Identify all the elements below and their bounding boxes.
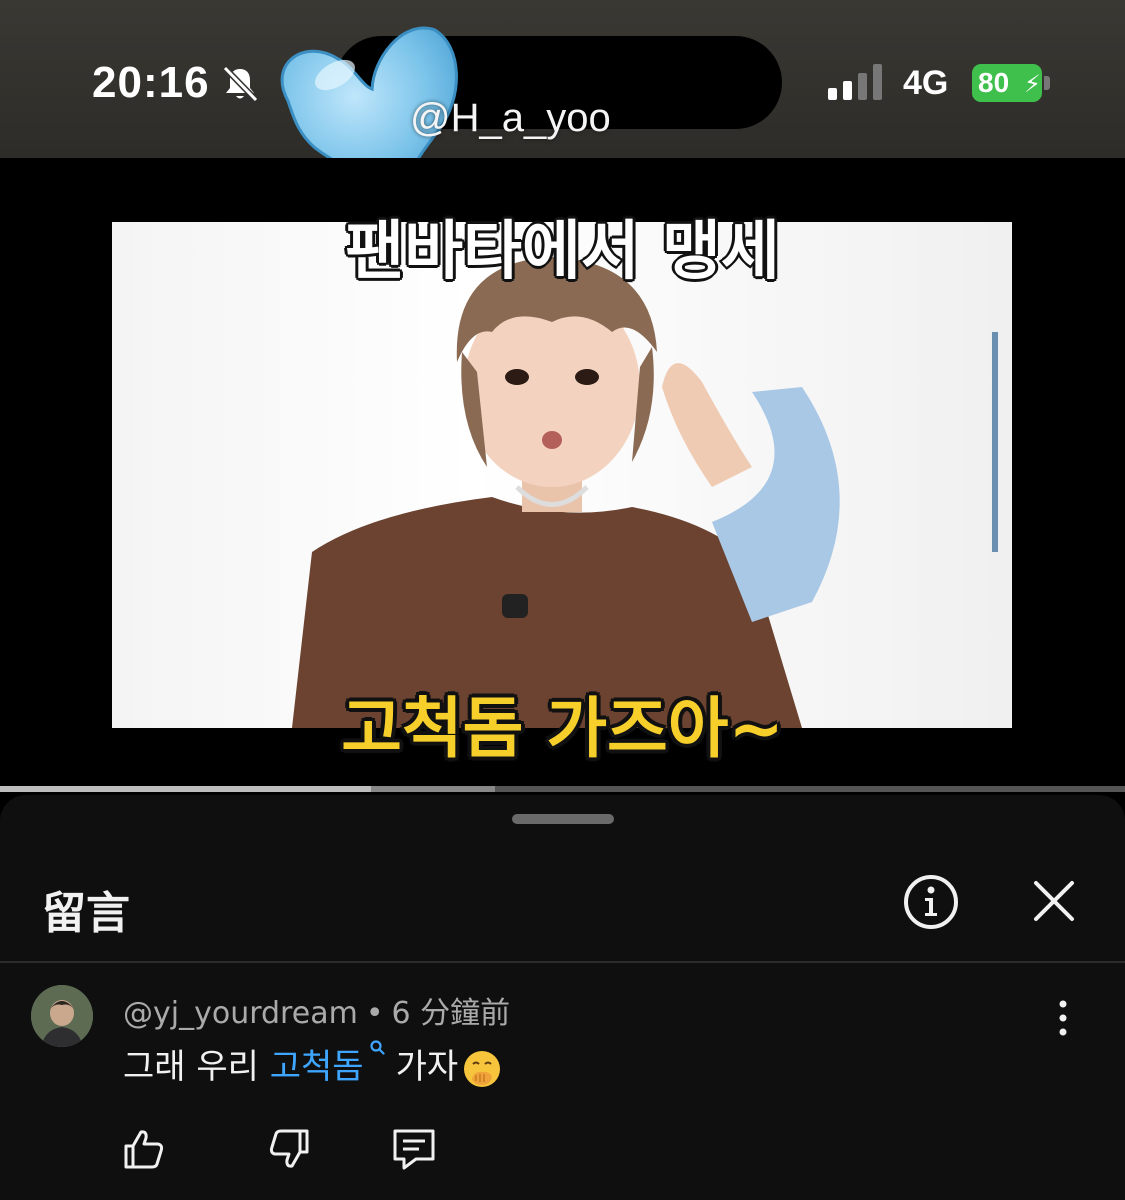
avatar-image <box>31 985 93 1047</box>
caption-bottom: 고척돔 가즈아~ <box>341 690 784 767</box>
battery-indicator: 80 ⚡ <box>972 64 1052 102</box>
watermark-handle: @H_a_yoo <box>410 96 611 140</box>
video-person-illustration <box>292 257 998 728</box>
comment-author[interactable]: @yj_yourdream <box>123 996 358 1031</box>
dislike-icon[interactable] <box>266 1126 312 1172</box>
drag-handle[interactable] <box>512 814 614 824</box>
header-divider <box>0 961 1125 963</box>
video-progress-played <box>0 786 372 792</box>
comments-sheet: 留言 @yj_yourdream • 6 分鐘前 그래 우리 고척돔 가자 <box>0 795 1125 1200</box>
comment-text-before: 그래 우리 <box>123 1047 270 1087</box>
signal-icon <box>828 64 882 100</box>
comment-meta: @yj_yourdream • 6 分鐘前 <box>123 988 510 1032</box>
avatar[interactable] <box>31 985 93 1047</box>
comment-search-link[interactable]: 고척돔 <box>270 1047 364 1087</box>
more-options-icon[interactable] <box>1052 998 1074 1038</box>
video-frame <box>112 222 1012 728</box>
caption-top: 팬바타에서 맹세 <box>343 213 781 291</box>
like-icon[interactable] <box>121 1126 167 1172</box>
comment-text-after: 가자 <box>395 1047 459 1087</box>
comments-title: 留言 <box>42 888 130 939</box>
comment-text: 그래 우리 고척돔 가자 <box>123 1039 502 1089</box>
meta-separator: • <box>365 996 384 1031</box>
face-with-hand-over-mouth-icon <box>464 1050 501 1087</box>
bell-muted-icon <box>222 65 259 103</box>
search-icon[interactable] <box>368 1039 386 1057</box>
reply-icon[interactable] <box>390 1126 438 1172</box>
info-icon[interactable] <box>902 873 960 931</box>
battery-tip <box>1044 76 1050 90</box>
close-icon[interactable] <box>1030 877 1078 925</box>
video-progress-bar[interactable] <box>0 786 1125 792</box>
charging-bolt-icon: ⚡ <box>1024 70 1041 98</box>
network-type: 4G <box>903 64 949 102</box>
status-time: 20:16 <box>92 58 210 107</box>
comment-time: 6 分鐘前 <box>391 996 511 1031</box>
